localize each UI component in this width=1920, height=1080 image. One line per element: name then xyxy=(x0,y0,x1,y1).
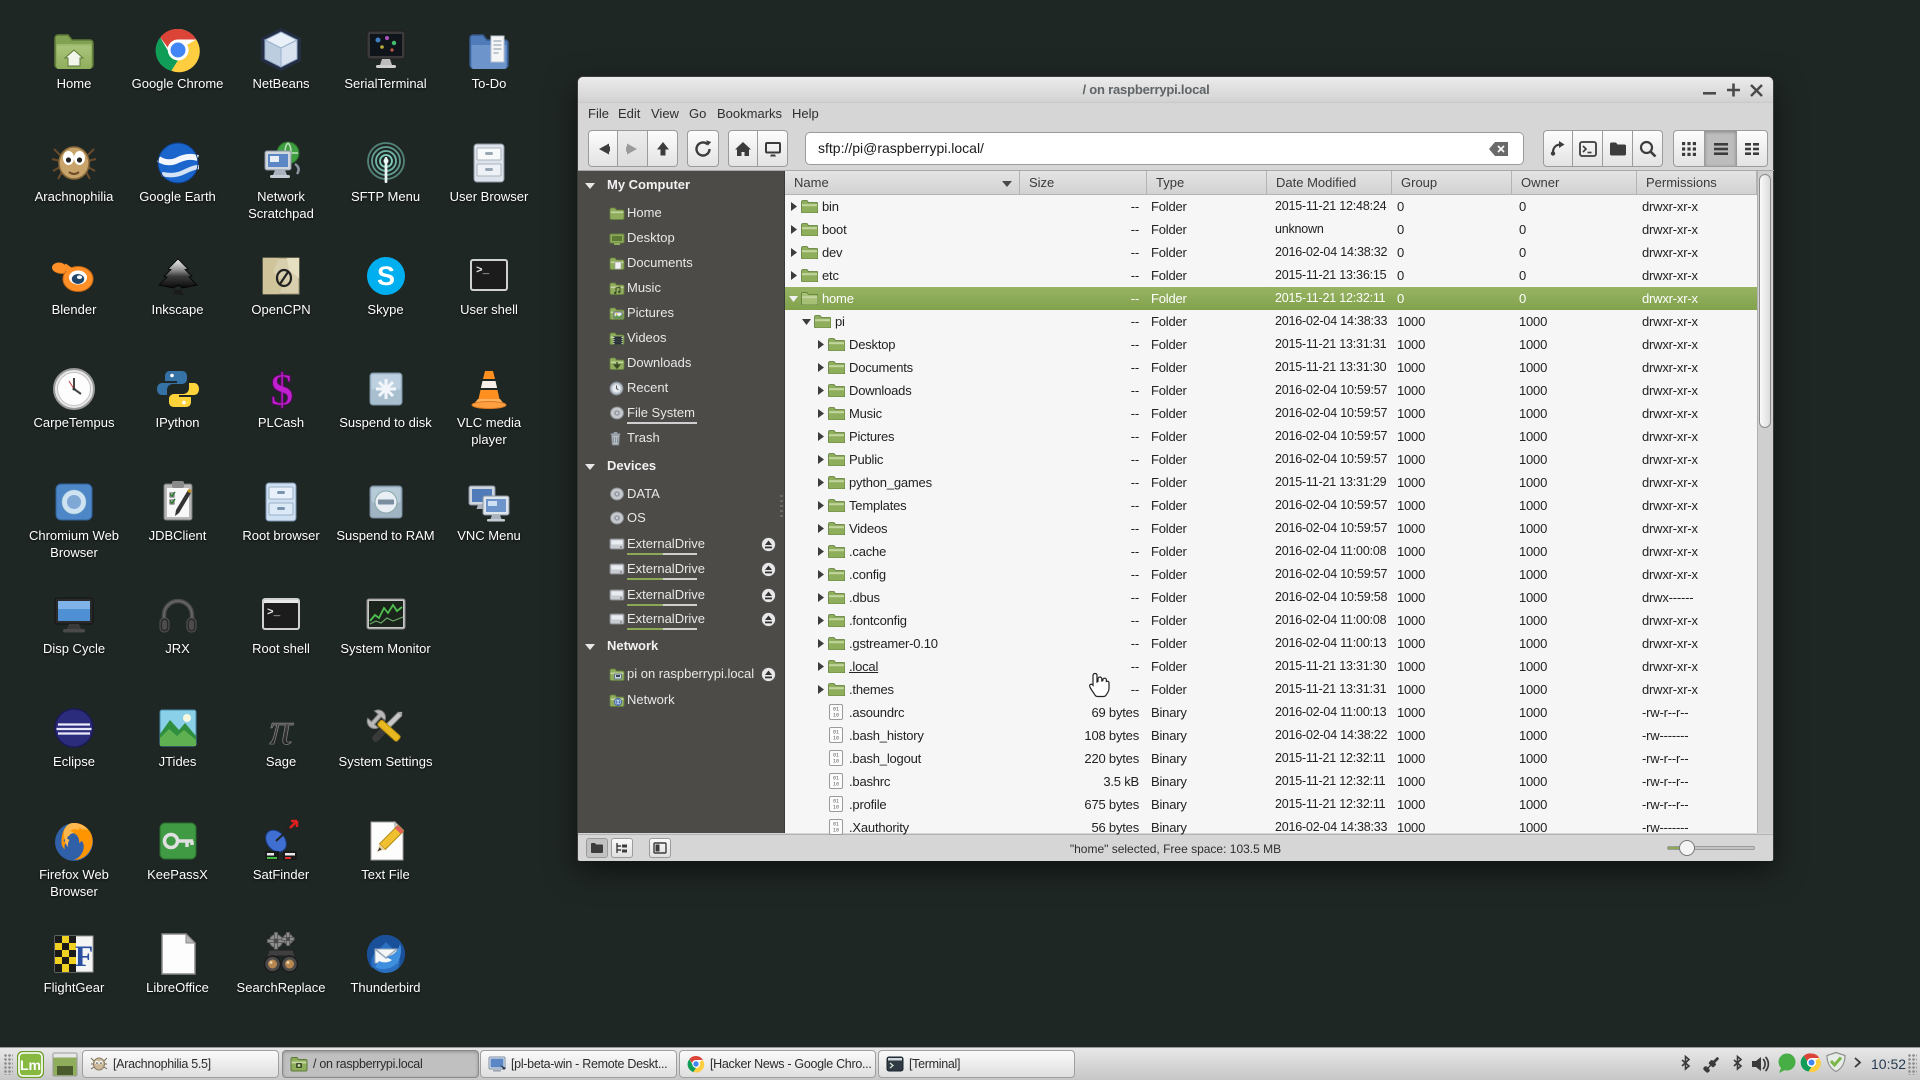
svg-text:10: 10 xyxy=(833,782,839,788)
svg-text:10: 10 xyxy=(833,713,839,719)
svg-text:10: 10 xyxy=(833,736,839,742)
svg-text:10: 10 xyxy=(833,828,839,834)
svg-text:10: 10 xyxy=(833,805,839,811)
svg-text:10: 10 xyxy=(833,759,839,765)
